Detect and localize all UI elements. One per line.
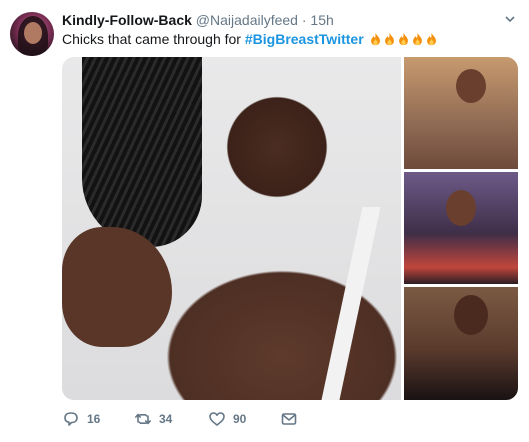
fire-emoji-group	[368, 31, 438, 47]
photo-face-shape	[456, 69, 486, 103]
media-photo-3[interactable]	[404, 172, 518, 284]
media-photo-main[interactable]	[62, 57, 401, 400]
media-photo-4[interactable]	[404, 287, 518, 400]
heart-icon	[209, 412, 225, 426]
fire-icon	[370, 32, 380, 46]
fire-icon	[426, 32, 436, 46]
fire-icon	[398, 32, 408, 46]
fire-icon	[384, 32, 394, 46]
media-photo-2[interactable]	[404, 57, 518, 169]
direct-message-button[interactable]	[280, 410, 298, 428]
reply-button[interactable]: 16	[62, 410, 100, 428]
fire-icon	[412, 32, 422, 46]
media-grid	[62, 57, 518, 400]
avatar[interactable]	[10, 12, 54, 56]
tweet-card[interactable]: Kindly-Follow-Back @Naijadailyfeed · 15h…	[0, 0, 529, 442]
retweet-button[interactable]: 34	[134, 410, 172, 428]
tweet-actions: 16 34 90	[62, 410, 362, 430]
photo-braids-shape	[82, 57, 202, 247]
user-handle[interactable]: @Naijadailyfeed	[196, 12, 298, 28]
tweet-text-prefix: Chicks that came through for	[62, 31, 245, 47]
avatar-face	[24, 22, 42, 44]
like-count: 90	[233, 412, 247, 426]
chevron-down-icon[interactable]	[505, 14, 515, 24]
reply-count: 16	[87, 412, 101, 426]
display-name[interactable]: Kindly-Follow-Back	[62, 12, 192, 28]
tweet-header: Kindly-Follow-Back @Naijadailyfeed · 15h	[62, 12, 334, 28]
retweet-icon	[135, 413, 151, 425]
timestamp[interactable]: 15h	[310, 12, 333, 28]
hashtag-link[interactable]: #BigBreastTwitter	[245, 31, 364, 47]
envelope-icon	[281, 413, 297, 425]
retweet-count: 34	[159, 412, 173, 426]
separator: ·	[301, 12, 307, 28]
photo-face-shape	[446, 190, 476, 226]
photo-strap-shape	[321, 207, 381, 400]
reply-icon	[64, 412, 78, 426]
tweet-text: Chicks that came through for #BigBreastT…	[62, 31, 438, 47]
like-button[interactable]: 90	[208, 410, 246, 428]
photo-face-shape	[454, 295, 488, 335]
